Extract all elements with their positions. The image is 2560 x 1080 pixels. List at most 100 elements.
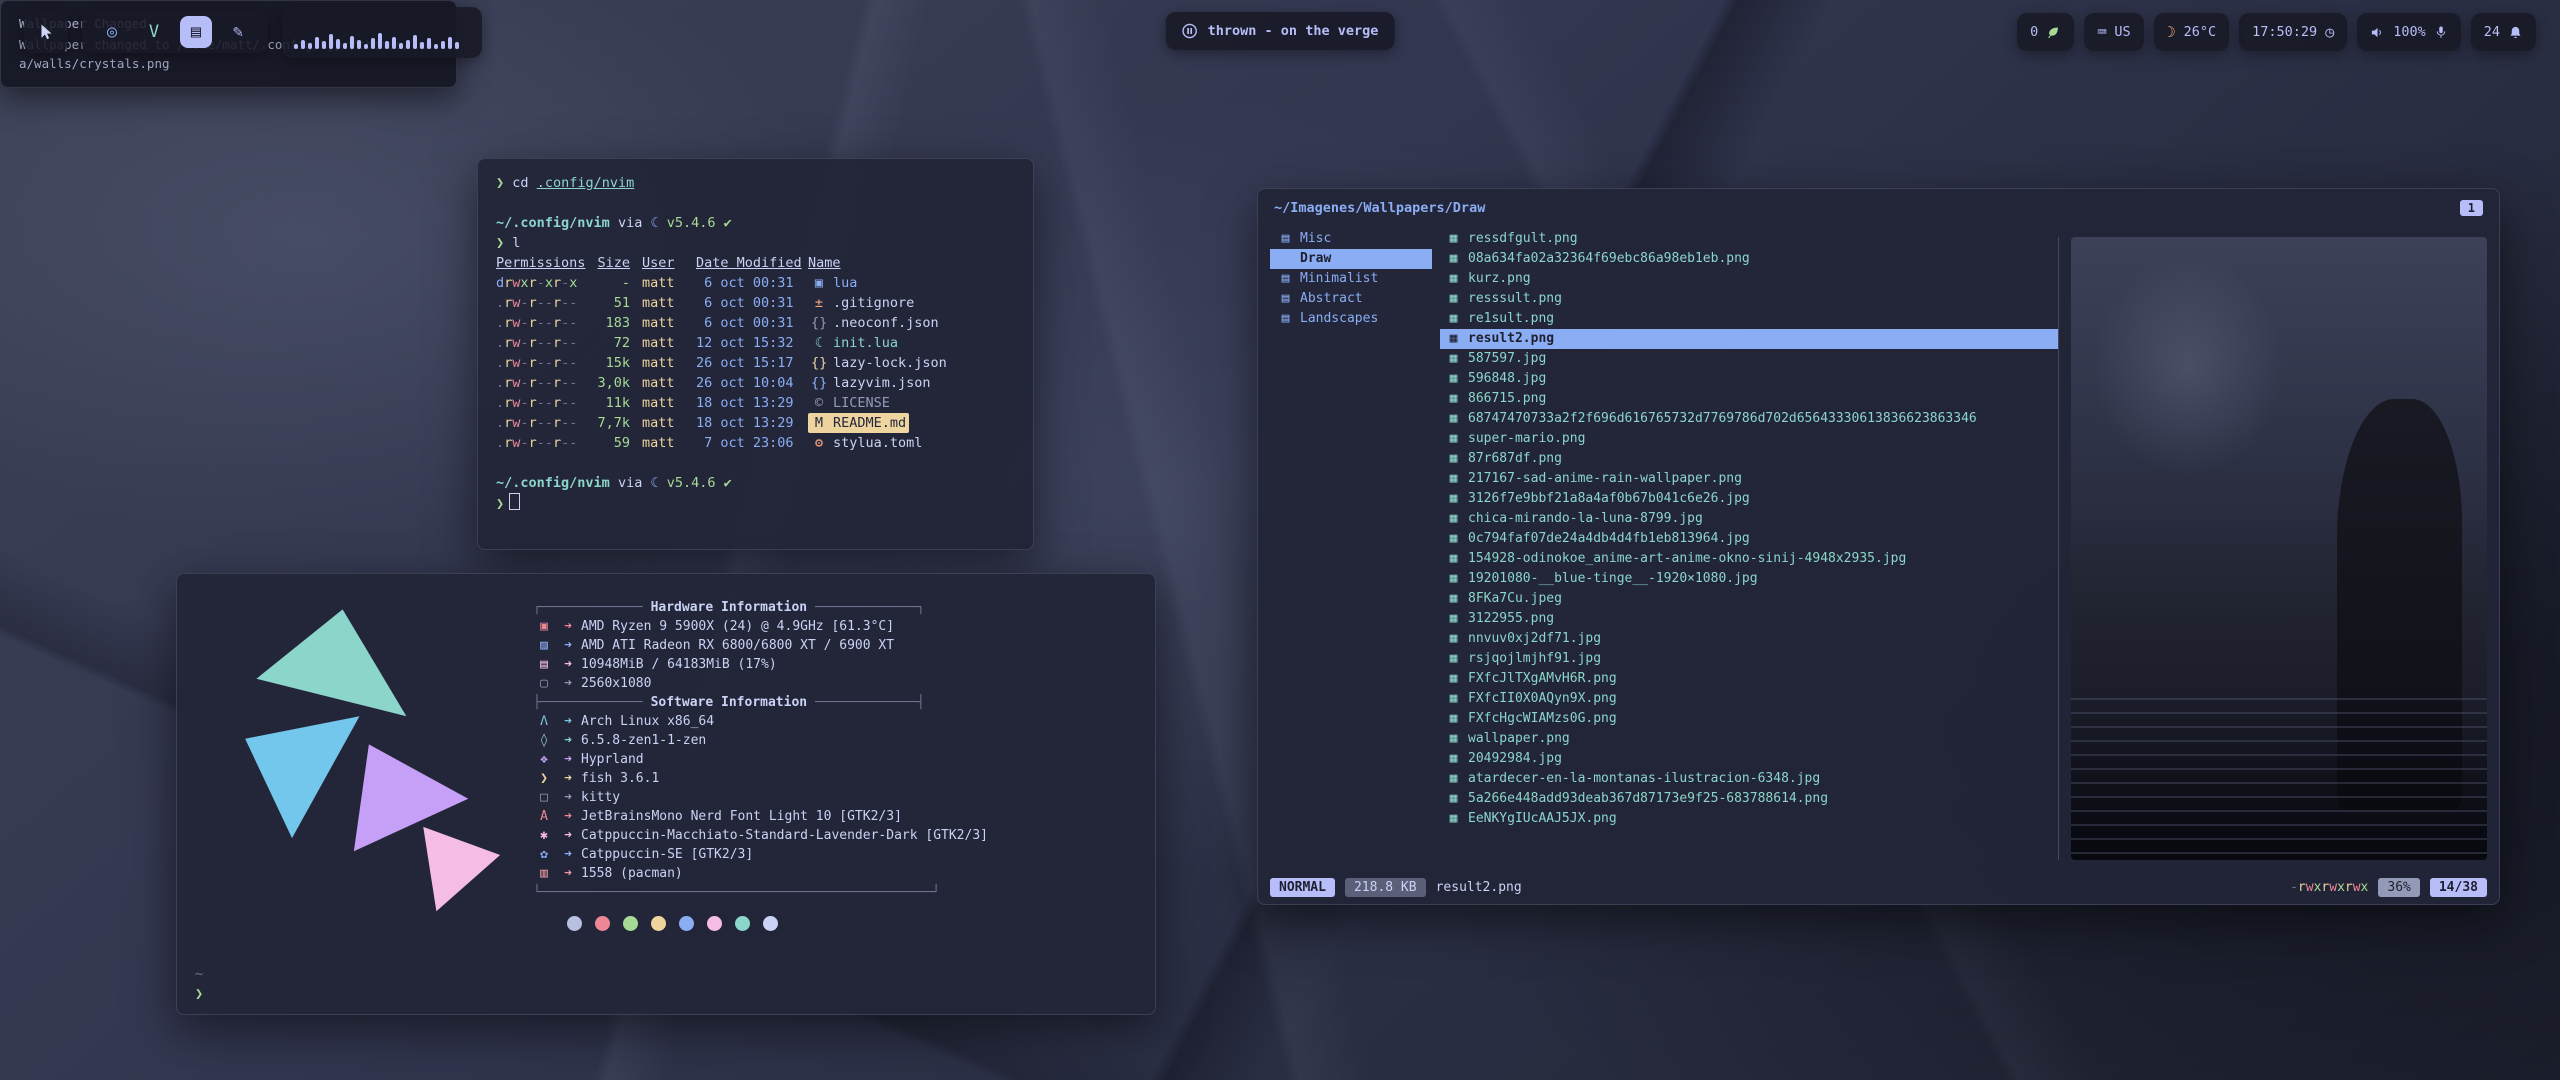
file-item[interactable]: ▦ result2.png (1440, 329, 2058, 349)
file-item[interactable]: ▦ atardecer-en-la-montanas-ilustracion-6… (1440, 769, 2058, 789)
image-file-icon: ▦ (1446, 509, 1461, 529)
keyboard-layout-module[interactable]: ⌨ US (2084, 13, 2143, 51)
file-permissions: .rw-r--r-- (496, 393, 584, 413)
music-widget[interactable]: thrown - on the verge (1166, 12, 1395, 50)
command: l (512, 235, 520, 251)
image-file-icon: ▦ (1446, 549, 1461, 569)
file-item[interactable]: ▦ 87r687df.png (1440, 449, 2058, 469)
spec-value: 6.5.8-zen1-1-zen (581, 731, 706, 750)
file-item[interactable]: ▦ kurz.png (1440, 269, 2058, 289)
folder-item[interactable]: ▤ Minimalist (1270, 269, 1432, 289)
file-item[interactable]: ▦ chica-mirando-la-luna-8799.jpg (1440, 509, 2058, 529)
file-owner: matt (642, 313, 684, 333)
file-item[interactable]: ▦ 3122955.png (1440, 609, 2058, 629)
command-arg: .config/nvim (537, 175, 635, 191)
file-name: LICENSE (833, 393, 890, 413)
file-permissions: .rw-r--r-- (496, 333, 584, 353)
terminal-window[interactable]: ❯ cd .config/nvim ~/.config/nvim via ☾ v… (477, 158, 1034, 550)
file-name: super-mario.png (1468, 429, 1585, 449)
file-item[interactable]: ▦ resssult.png (1440, 289, 2058, 309)
spec-icon: ◊ (533, 731, 555, 750)
file-owner: matt (642, 393, 684, 413)
image-file-icon: ▦ (1446, 729, 1461, 749)
file-name-cell: ☾init.lua (808, 333, 901, 353)
file-row[interactable]: .rw-r--r-- 7,7k matt 18 oct 13:29 MREADM… (496, 413, 1015, 433)
file-item[interactable]: ▦ nnvuv0xj2df71.jpg (1440, 629, 2058, 649)
folder-item[interactable]: ▤ Abstract (1270, 289, 1432, 309)
image-file-icon: ▦ (1446, 629, 1461, 649)
fetch-info-line: ✿ ➜ Catppuccin-SE [GTK2/3] (533, 845, 988, 864)
file-row[interactable]: drwxr-xr-x - matt 6 oct 00:31 ▣lua (496, 273, 1015, 293)
file-permissions: .rw-r--r-- (496, 313, 584, 333)
file-name-cell: {}lazy-lock.json (808, 353, 950, 373)
file-name: 866715.png (1468, 389, 1546, 409)
file-row[interactable]: .rw-r--r-- 3,0k matt 26 oct 10:04 {}lazy… (496, 373, 1015, 393)
file-name: 3122955.png (1468, 609, 1554, 629)
workspace-button[interactable]: ◎ (96, 16, 128, 48)
launcher-button[interactable] (24, 11, 68, 53)
folder-item[interactable]: ▤ Misc (1270, 229, 1432, 249)
file-row[interactable]: .rw-r--r-- 59 matt 7 oct 23:06 ⚙stylua.t… (496, 433, 1015, 453)
file-item[interactable]: ▦ super-mario.png (1440, 429, 2058, 449)
file-item[interactable]: ▦ 596848.jpg (1440, 369, 2058, 389)
file-name-cell: ©LICENSE (808, 393, 893, 413)
file-item[interactable]: ▦ 08a634fa02a32364f69ebc86a98eb1eb.png (1440, 249, 2058, 269)
file-item[interactable]: ▦ EeNKYgIUcAAJ5JX.png (1440, 809, 2058, 829)
file-column: ▦ ressdfgult.png ▦ 08a634fa02a32364f69eb… (1432, 227, 2058, 870)
weather-module[interactable]: ☽ 26°C (2154, 13, 2230, 51)
image-file-icon: ▦ (1446, 469, 1461, 489)
file-item[interactable]: ▦ 8FKa7Cu.jpeg (1440, 589, 2058, 609)
file-row[interactable]: .rw-r--r-- 11k matt 18 oct 13:29 ©LICENS… (496, 393, 1015, 413)
clock-module[interactable]: 17:50:29 ◷ (2239, 13, 2347, 51)
updates-module[interactable]: 0 (2017, 13, 2074, 51)
file-item[interactable]: ▦ 20492984.jpg (1440, 749, 2058, 769)
file-row[interactable]: .rw-r--r-- 51 matt 6 oct 00:31 ±.gitigno… (496, 293, 1015, 313)
workspace-button[interactable]: ▤ (180, 16, 212, 48)
file-item[interactable]: ▦ rsjqojlmjhf91.jpg (1440, 649, 2058, 669)
file-row[interactable]: .rw-r--r-- 72 matt 12 oct 15:32 ☾init.lu… (496, 333, 1015, 353)
fetch-info-line: ❖ ➜ Hyprland (533, 750, 988, 769)
folder-item[interactable]: ▤ Landscapes (1270, 309, 1432, 329)
file-item[interactable]: ▦ 5a266e448add93deab367d87173e9f25-68378… (1440, 789, 2058, 809)
file-row[interactable]: .rw-r--r-- 183 matt 6 oct 00:31 {}.neoco… (496, 313, 1015, 333)
volume-level: 100% (2393, 24, 2426, 40)
terminal-color-dots (567, 916, 988, 931)
file-name: 3126f7e9bbf21a8a4af0b67b041c6e26.jpg (1468, 489, 1750, 509)
file-item[interactable]: ▦ ressdfgult.png (1440, 229, 2058, 249)
file-item[interactable]: ▦ 3126f7e9bbf21a8a4af0b67b041c6e26.jpg (1440, 489, 2058, 509)
file-manager-window[interactable]: ~/Imagenes/Wallpapers/Draw 1 ▤ Misc ▤ Dr… (1257, 188, 2500, 905)
file-row[interactable]: .rw-r--r-- 15k matt 26 oct 15:17 {}lazy-… (496, 353, 1015, 373)
notifications-module[interactable]: 24 (2471, 13, 2536, 51)
audio-module[interactable]: 100% (2357, 13, 2461, 51)
folder-item[interactable]: ▤ Draw (1270, 249, 1432, 269)
file-item[interactable]: ▦ 0c794faf07de24a4db4d4fb1eb813964.jpg (1440, 529, 2058, 549)
folder-name: Abstract (1300, 289, 1363, 309)
file-item[interactable]: ▦ 19201080-__blue-tinge__-1920×1080.jpg (1440, 569, 2058, 589)
file-item[interactable]: ▦ 866715.png (1440, 389, 2058, 409)
file-item[interactable]: ▦ 68747470733a2f2f696d616765732d7769786d… (1440, 409, 2058, 429)
file-name: 20492984.jpg (1468, 749, 1562, 769)
workspace-button[interactable]: V (138, 16, 170, 48)
spec-value: 1558 (pacman) (581, 864, 683, 883)
arrow-icon: ➜ (555, 636, 581, 655)
file-permissions: .rw-r--r-- (496, 433, 584, 453)
file-item[interactable]: ▦ FXfcHgcWIAMzs0G.png (1440, 709, 2058, 729)
tab-badge[interactable]: 1 (2460, 200, 2483, 216)
file-item[interactable]: ▦ wallpaper.png (1440, 729, 2058, 749)
file-item[interactable]: ▦ FXfcJlTXgAMvH6R.png (1440, 669, 2058, 689)
prompt-char: ❯ (496, 175, 504, 191)
file-item[interactable]: ▦ 217167-sad-anime-rain-wallpaper.png (1440, 469, 2058, 489)
folder-icon: ▤ (1278, 269, 1293, 289)
fetch-terminal-window[interactable]: ┌─────────────Hardware Information──────… (176, 573, 1156, 1015)
file-item[interactable]: ▦ 154928-odinokoe_anime-art-anime-okno-s… (1440, 549, 2058, 569)
file-name-cell: ±.gitignore (808, 293, 917, 313)
file-item[interactable]: ▦ 587597.jpg (1440, 349, 2058, 369)
file-item[interactable]: ▦ re1sult.png (1440, 309, 2058, 329)
lua-icon: ☾ (650, 215, 658, 231)
image-file-icon: ▦ (1446, 369, 1461, 389)
file-name-cell: ▣lua (808, 273, 860, 293)
file-name: result2.png (1468, 329, 1554, 349)
workspace-button[interactable]: ✎ (222, 16, 254, 48)
fetch-info-line: ◊ ➜ 6.5.8-zen1-1-zen (533, 731, 988, 750)
file-item[interactable]: ▦ FXfcII0X0AQyn9X.png (1440, 689, 2058, 709)
